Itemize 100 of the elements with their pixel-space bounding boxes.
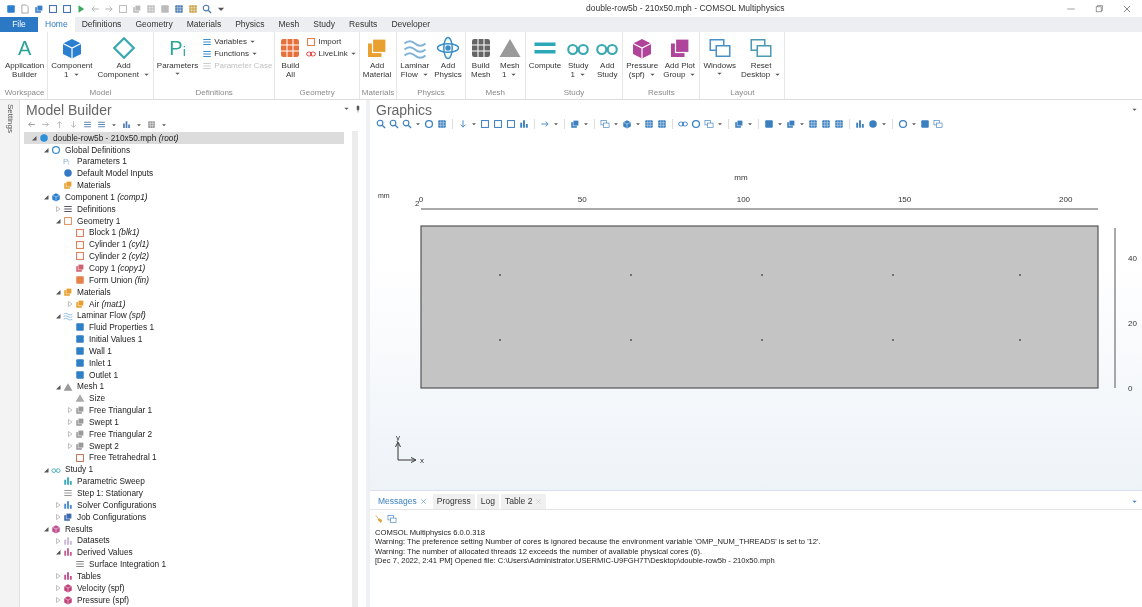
tree-item[interactable]: Study 1 <box>24 463 344 476</box>
caret-icon[interactable] <box>583 121 589 127</box>
ribbon-button[interactable]: Pᵢ Parameters <box>155 35 200 77</box>
arrow-down-icon[interactable] <box>54 382 62 391</box>
menu-tab[interactable]: Home <box>38 17 75 32</box>
ribbon-button[interactable]: Add Study <box>594 35 621 79</box>
arrow-down-icon[interactable] <box>42 524 50 533</box>
tree-item[interactable]: Surface Integration 1 <box>24 558 344 571</box>
tree-item[interactable]: Derived Values <box>24 546 344 559</box>
grid-icon[interactable] <box>437 119 447 129</box>
tree-item[interactable]: Pressure (spf) <box>24 593 344 606</box>
caret-icon[interactable] <box>161 121 167 128</box>
grid-icon[interactable] <box>147 120 156 129</box>
ring-icon[interactable] <box>424 119 434 129</box>
tree-item[interactable]: Tables <box>24 570 344 583</box>
arrow-down-icon[interactable] <box>30 133 38 142</box>
ribbon-button[interactable]: Import <box>306 36 357 47</box>
grid-icon[interactable] <box>657 119 667 129</box>
arrow-left-icon[interactable] <box>27 120 36 129</box>
tree-item[interactable]: Mesh 1 <box>24 380 344 393</box>
tree-item[interactable]: Initial Values 1 <box>24 333 344 346</box>
panel-tab[interactable]: Progress <box>432 494 475 509</box>
stack-icon[interactable] <box>570 119 580 129</box>
tree-item[interactable]: Laminar Flow (spf) <box>24 309 344 322</box>
arrow-down-icon[interactable] <box>54 548 62 557</box>
ring-icon[interactable] <box>691 119 701 129</box>
menu-tab[interactable]: Developer <box>384 17 438 32</box>
caret-icon[interactable] <box>111 121 117 128</box>
tree-item[interactable]: Solver Configurations <box>24 499 344 511</box>
caret-icon[interactable] <box>911 121 917 127</box>
ribbon-button[interactable]: LiveLink <box>306 48 357 59</box>
tree-item[interactable]: Free Triangular 1 <box>24 404 344 417</box>
tree-item[interactable]: double-row5b - 210x50.mph (root) <box>24 132 344 144</box>
tree-item[interactable]: Swept 2 <box>24 439 344 452</box>
zoom-icon[interactable] <box>389 119 399 129</box>
arrow-down-icon[interactable] <box>42 193 50 202</box>
tree-item[interactable]: Step 1: Stationary <box>24 487 344 500</box>
tree-item[interactable]: Block 1 (blk1) <box>24 226 344 239</box>
ribbon-button[interactable]: Functions <box>202 48 273 59</box>
tree-item[interactable]: Job Configurations <box>24 511 344 523</box>
caret-icon[interactable] <box>613 121 619 127</box>
tree-item[interactable]: Results <box>24 522 344 535</box>
tree-item[interactable]: Size <box>24 392 344 405</box>
ribbon-button[interactable]: Add Plot Group <box>662 35 698 79</box>
arrow-down-icon[interactable] <box>54 216 62 225</box>
close-icon[interactable] <box>1122 3 1132 14</box>
window-icon[interactable] <box>600 119 610 129</box>
bar-chart-icon[interactable] <box>122 120 131 129</box>
ribbon-button[interactable]: Add Physics <box>433 35 463 79</box>
panel-tab[interactable]: Table 2 <box>500 494 547 509</box>
ribbon-button[interactable]: Component 1 <box>50 35 94 79</box>
arrow-down-icon[interactable] <box>42 465 50 474</box>
bar-chart-icon[interactable] <box>519 119 529 129</box>
grid-icon[interactable] <box>834 119 844 129</box>
menu-tab[interactable]: Results <box>342 17 385 32</box>
menu-tab[interactable]: Materials <box>179 17 229 32</box>
ribbon-button[interactable]: Add Material <box>361 35 393 79</box>
tree-item[interactable]: Fluid Properties 1 <box>24 321 344 334</box>
bar-chart-icon[interactable] <box>855 119 865 129</box>
tree-item[interactable]: Free Tetrahedral 1 <box>24 451 344 464</box>
ribbon-button[interactable]: Study 1 <box>565 35 592 79</box>
pin-icon[interactable] <box>354 105 362 113</box>
ribbon-button[interactable]: Build All <box>277 35 304 79</box>
window-icon[interactable] <box>933 119 943 129</box>
stack-icon[interactable] <box>34 3 44 14</box>
caret-icon[interactable] <box>777 121 783 127</box>
brush-icon[interactable] <box>374 513 383 523</box>
ribbon-button[interactable]: Windows <box>702 35 737 77</box>
square-icon[interactable] <box>920 119 930 129</box>
ribbon-button[interactable]: Laminar Flow <box>399 35 431 79</box>
ribbon-button[interactable]: Add Component <box>96 35 151 79</box>
menu-tab[interactable]: Physics <box>228 17 272 32</box>
arrow-down-icon[interactable] <box>54 287 62 296</box>
tree-item[interactable]: Air (mat1) <box>24 297 344 310</box>
tree-item[interactable]: Swept 1 <box>24 416 344 429</box>
tree-item[interactable]: Wall 1 <box>24 345 344 358</box>
tree-item[interactable]: Inlet 1 <box>24 357 344 369</box>
arrow-right-icon[interactable] <box>540 119 550 129</box>
ribbon-button[interactable]: Build Mesh <box>467 35 494 79</box>
zoom-icon[interactable] <box>202 3 212 14</box>
grid-icon[interactable] <box>174 3 184 14</box>
caret-icon[interactable] <box>343 105 350 112</box>
tree-item[interactable]: Outlet 1 <box>24 368 344 381</box>
grid-icon[interactable] <box>808 119 818 129</box>
tree-item[interactable]: Velocity (spf) <box>24 582 344 594</box>
cube-icon[interactable] <box>622 119 632 129</box>
tree-item[interactable]: Cylinder 2 (cyl2) <box>24 250 344 263</box>
caret-icon[interactable] <box>553 121 559 127</box>
square-icon[interactable] <box>764 119 774 129</box>
caret-icon[interactable] <box>881 121 887 127</box>
window-icon[interactable] <box>704 119 714 129</box>
grid-icon[interactable] <box>821 119 831 129</box>
caret-icon[interactable] <box>415 121 421 127</box>
ribbon-button[interactable]: Compute <box>527 35 563 70</box>
tree-item[interactable]: Datasets <box>24 534 344 547</box>
lines-icon[interactable] <box>97 120 106 129</box>
caret-icon[interactable] <box>747 121 753 127</box>
menu-tab[interactable]: Study <box>306 17 343 32</box>
zoom-icon[interactable] <box>402 119 412 129</box>
side-tab[interactable]: Settings <box>4 104 16 133</box>
